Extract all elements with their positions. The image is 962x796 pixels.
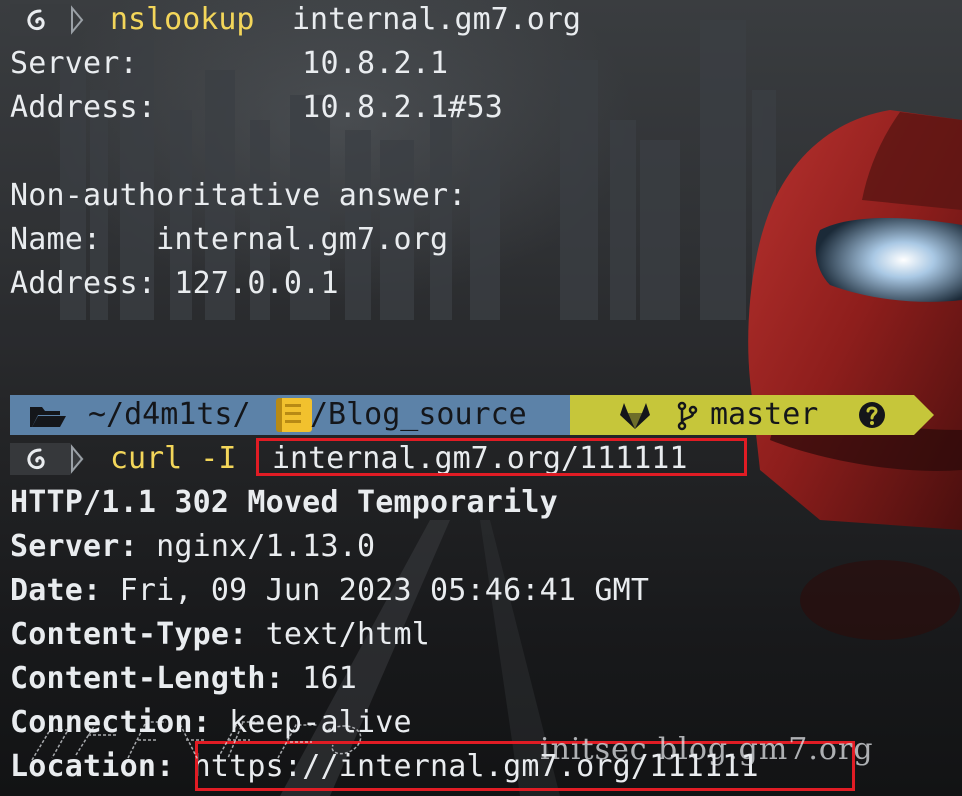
terminal-window: nslookup internal.gm7.org Server: 10.8.2… — [0, 0, 962, 796]
output-line: Non-authoritative answer: — [10, 178, 467, 213]
segment-separator — [914, 395, 934, 435]
watermark-scribble — [31, 719, 362, 761]
directory-segment: ~/d4m1ts/ /Blog_source — [10, 395, 570, 435]
output-line: Server: 10.8.2.1 — [10, 46, 449, 81]
response-header: Date: Fri, 09 Jun 2023 05:46:41 GMT — [10, 573, 650, 608]
output-line: Address: 127.0.0.1 — [10, 266, 339, 301]
question-circle-icon — [859, 402, 885, 428]
highlight-box-request-url — [256, 438, 747, 476]
notebook-emoji-icon — [276, 398, 312, 432]
response-header: Content-Length: 161 — [10, 661, 357, 696]
output-line: Name: internal.gm7.org — [10, 222, 449, 257]
gitlab-icon — [620, 403, 650, 429]
git-segment: master — [570, 395, 914, 435]
command-name: curl -I — [110, 441, 237, 476]
response-header: Content-Type: text/html — [10, 617, 431, 652]
path-prefix: ~/d4m1ts/ — [88, 397, 251, 432]
git-branch-icon — [677, 401, 698, 431]
response-status-line: HTTP/1.1 302 Moved Temporarily — [10, 485, 558, 520]
output-line: Address: 10.8.2.1#53 — [10, 90, 504, 125]
command-argument: internal.gm7.org — [292, 2, 581, 37]
folder-open-icon — [30, 407, 66, 427]
path-suffix: /Blog_source — [310, 397, 527, 432]
prompt-segment — [10, 0, 98, 40]
git-branch-name: master — [710, 397, 819, 432]
command-name: nslookup — [110, 2, 255, 37]
response-header: Server: nginx/1.13.0 — [10, 529, 376, 564]
watermark-text: initsec blog.gm7.org — [540, 732, 874, 767]
prompt-segment — [10, 439, 98, 479]
